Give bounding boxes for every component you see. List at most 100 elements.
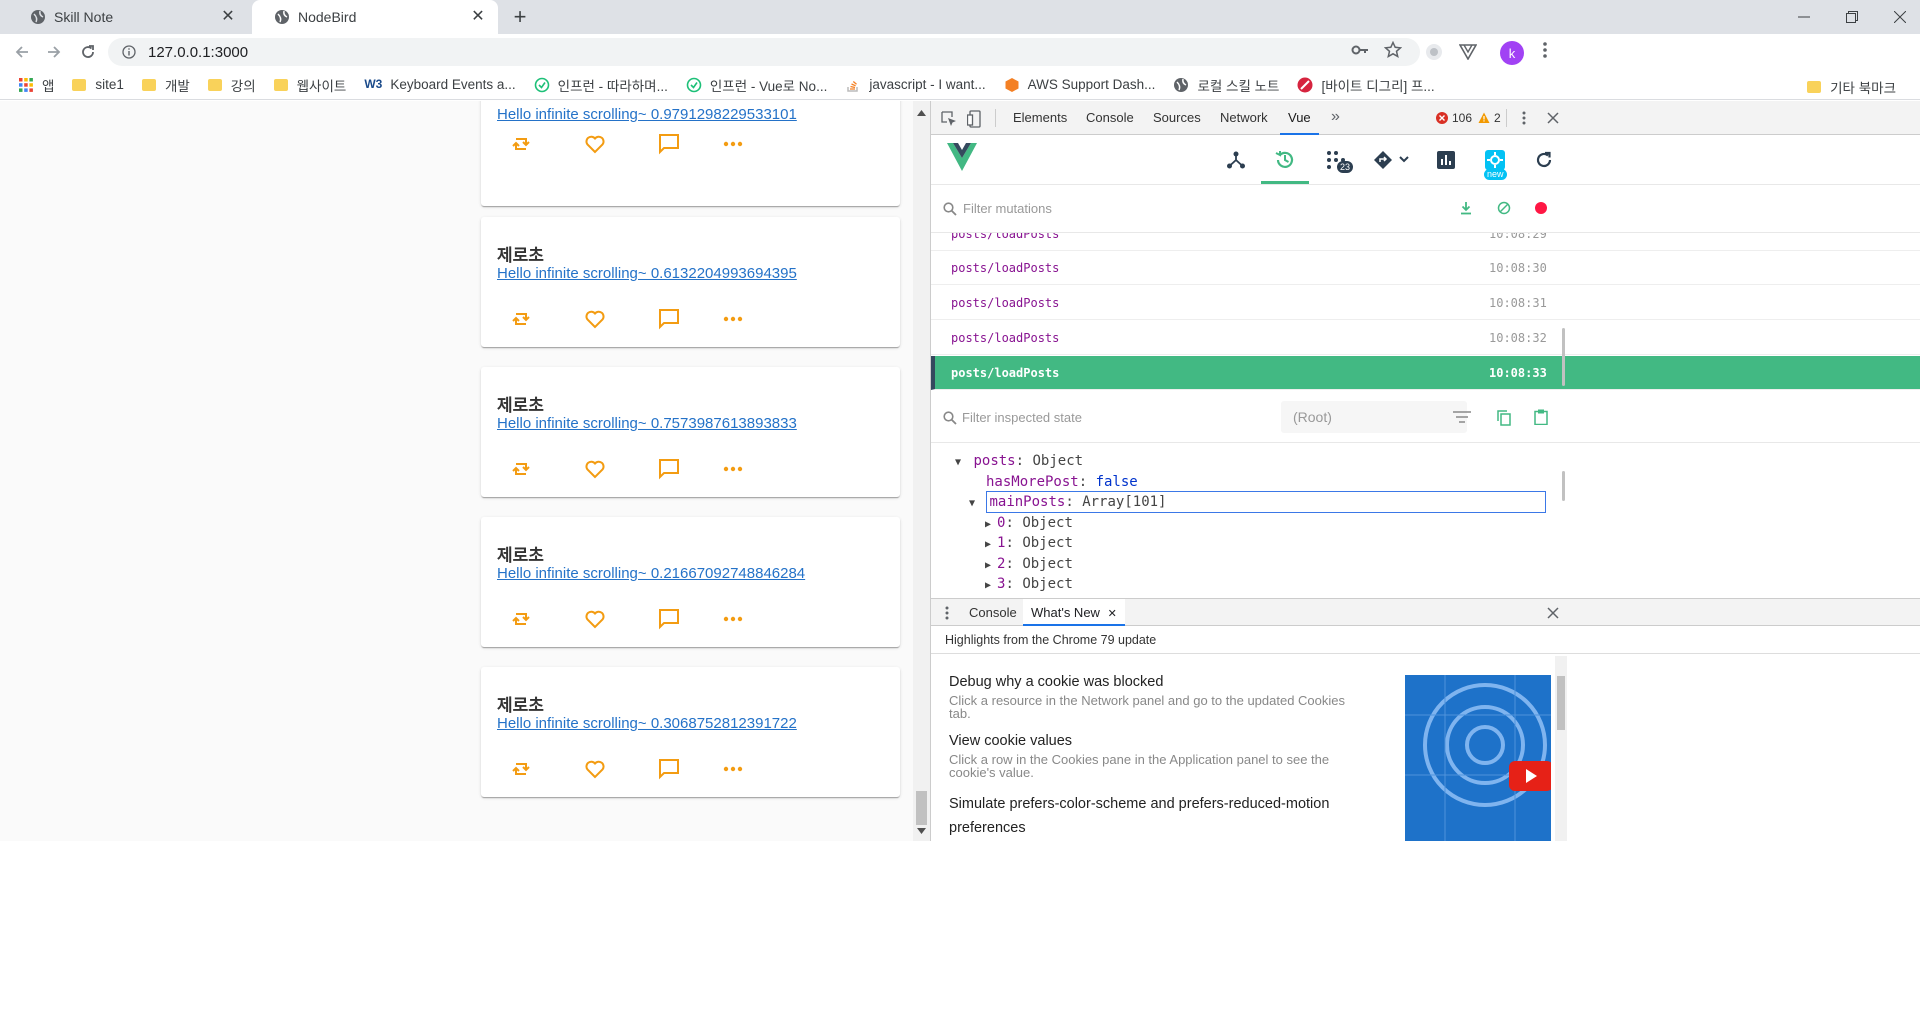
- bookmark-folder[interactable]: 강의: [207, 75, 256, 95]
- inspect-element-icon[interactable]: [941, 111, 957, 127]
- whats-new-item[interactable]: Simulate prefers-color-scheme and prefer…: [949, 792, 1369, 840]
- performance-icon[interactable]: [1433, 147, 1459, 173]
- state-node-posts[interactable]: ▼ posts: Object: [955, 451, 1083, 471]
- bookmark-link[interactable]: 인프런 - Vue로 No...: [686, 75, 827, 95]
- bookmark-link[interactable]: 인프런 - 따라하며...: [534, 75, 668, 95]
- mutation-row[interactable]: posts/loadPosts 10:08:29: [931, 233, 1920, 251]
- devtools-menu-icon[interactable]: [1522, 111, 1526, 125]
- collapse-arrow-icon[interactable]: ▶: [985, 560, 991, 571]
- tab-console[interactable]: Console: [1086, 101, 1134, 135]
- state-tree-scrollbar[interactable]: [1562, 471, 1565, 501]
- state-node-item[interactable]: ▶ 1: Object: [985, 533, 1073, 553]
- close-tab-icon[interactable]: ✕: [470, 9, 486, 25]
- more-icon[interactable]: [721, 457, 745, 481]
- heart-icon[interactable]: [583, 307, 607, 331]
- key-icon[interactable]: [1348, 38, 1372, 62]
- post-content-link[interactable]: Hello infinite scrolling~ 0.979129822953…: [497, 106, 797, 123]
- state-node-item[interactable]: ▶ 2: Object: [985, 554, 1073, 574]
- bookmark-other-folder[interactable]: 기타 북마크: [1807, 77, 1896, 97]
- bookmark-star-icon[interactable]: [1381, 38, 1405, 62]
- close-devtools-icon[interactable]: [1547, 112, 1559, 124]
- clear-icon[interactable]: [1497, 201, 1511, 215]
- post-content-link[interactable]: Hello infinite scrolling~ 0.306875281239…: [497, 715, 797, 732]
- vue-devtools-extension-icon[interactable]: [1457, 41, 1479, 63]
- restore-button[interactable]: [1828, 0, 1876, 34]
- scroll-up-arrow-icon[interactable]: [917, 110, 926, 116]
- tab-elements[interactable]: Elements: [1013, 101, 1067, 135]
- retweet-icon[interactable]: [509, 757, 533, 781]
- tab-nodebird[interactable]: NodeBird ✕: [252, 0, 498, 34]
- post-content-link[interactable]: Hello infinite scrolling~ 0.613220499369…: [497, 265, 797, 282]
- tab-vue[interactable]: Vue: [1280, 101, 1319, 135]
- mutation-row[interactable]: posts/loadPosts 10:08:31: [931, 286, 1920, 320]
- tab-sources[interactable]: Sources: [1153, 101, 1201, 135]
- scrollbar-thumb[interactable]: [916, 791, 927, 825]
- bookmark-link[interactable]: [바이트 디그리] 프...: [1297, 75, 1435, 95]
- more-tabs-icon[interactable]: »: [1331, 108, 1340, 126]
- collapse-arrow-icon[interactable]: ▶: [985, 539, 991, 550]
- back-button[interactable]: [10, 40, 34, 64]
- issues-counter[interactable]: 106 2: [1436, 111, 1501, 125]
- routing-dropdown[interactable]: [1371, 147, 1415, 173]
- bookmark-folder[interactable]: site1: [72, 77, 124, 92]
- drawer-scrollbar[interactable]: [1555, 656, 1567, 841]
- close-window-button[interactable]: [1876, 0, 1920, 34]
- mutation-row[interactable]: posts/loadPosts 10:08:32: [931, 321, 1920, 355]
- mutation-filter-input[interactable]: Filter mutations: [963, 201, 1052, 216]
- expand-arrow-icon[interactable]: ▼: [969, 498, 975, 509]
- retweet-icon[interactable]: [509, 457, 533, 481]
- minimize-button[interactable]: [1780, 0, 1828, 34]
- mutation-list-scrollbar[interactable]: [1562, 328, 1565, 386]
- bookmark-link[interactable]: 로컬 스킬 노트: [1173, 75, 1279, 95]
- drawer-tab-console[interactable]: Console: [969, 605, 1017, 620]
- state-node-mainPosts[interactable]: ▼ mainPosts: Array[101]: [969, 492, 1166, 512]
- paste-icon[interactable]: [1534, 409, 1548, 425]
- more-icon[interactable]: [721, 607, 745, 631]
- comment-icon[interactable]: [657, 757, 681, 781]
- scroll-down-arrow-icon[interactable]: [917, 828, 926, 834]
- whats-new-item[interactable]: View cookie values Click a row in the Co…: [949, 733, 1359, 779]
- tab-skill-note[interactable]: Skill Note ✕: [8, 0, 248, 34]
- reload-button[interactable]: [76, 40, 100, 64]
- post-content-link[interactable]: Hello infinite scrolling~ 0.216670927488…: [497, 565, 805, 582]
- state-node-hasMorePost[interactable]: hasMorePost: false: [986, 472, 1138, 492]
- new-tab-button[interactable]: +: [508, 6, 532, 30]
- play-button-icon[interactable]: [1509, 761, 1551, 791]
- heart-icon[interactable]: [583, 457, 607, 481]
- drawer-tab-whats-new[interactable]: What's New ✕: [1023, 599, 1125, 626]
- settings-icon[interactable]: new: [1482, 147, 1508, 180]
- export-icon[interactable]: [1459, 201, 1473, 215]
- more-icon[interactable]: [721, 307, 745, 331]
- components-icon[interactable]: [1223, 147, 1249, 173]
- heart-icon[interactable]: [583, 757, 607, 781]
- whats-new-item[interactable]: Debug why a cookie was blocked Click a r…: [949, 674, 1359, 720]
- copy-icon[interactable]: [1497, 410, 1511, 426]
- post-content-link[interactable]: Hello infinite scrolling~ 0.757398761389…: [497, 415, 797, 432]
- refresh-icon[interactable]: [1531, 147, 1557, 173]
- info-icon[interactable]: [122, 45, 136, 59]
- drawer-scrollbar-thumb[interactable]: [1557, 676, 1565, 730]
- bookmark-link[interactable]: javascript - I want...: [845, 77, 986, 93]
- bookmark-apps[interactable]: 앱: [18, 75, 54, 95]
- bookmark-link[interactable]: AWS Support Dash...: [1004, 77, 1155, 93]
- close-tab-icon[interactable]: ✕: [1108, 608, 1117, 620]
- more-icon[interactable]: [721, 757, 745, 781]
- profile-avatar[interactable]: k: [1500, 41, 1524, 65]
- retweet-icon[interactable]: [509, 607, 533, 631]
- tab-network[interactable]: Network: [1220, 101, 1268, 135]
- address-bar[interactable]: 127.0.0.1:3000: [108, 38, 1420, 66]
- retweet-icon[interactable]: [509, 132, 533, 156]
- comment-icon[interactable]: [657, 132, 681, 156]
- bookmark-folder[interactable]: 개발: [141, 75, 190, 95]
- more-icon[interactable]: [721, 132, 745, 156]
- drawer-menu-icon[interactable]: [945, 606, 949, 620]
- device-toolbar-icon[interactable]: [967, 110, 983, 128]
- state-filter-input[interactable]: Filter inspected state: [962, 410, 1082, 425]
- events-icon[interactable]: 23: [1323, 147, 1354, 173]
- expand-arrow-icon[interactable]: ▼: [955, 457, 961, 468]
- comment-icon[interactable]: [657, 457, 681, 481]
- heart-icon[interactable]: [583, 132, 607, 156]
- comment-icon[interactable]: [657, 307, 681, 331]
- collapse-arrow-icon[interactable]: ▶: [985, 580, 991, 591]
- bookmark-link[interactable]: W3 Keyboard Events a...: [364, 77, 515, 93]
